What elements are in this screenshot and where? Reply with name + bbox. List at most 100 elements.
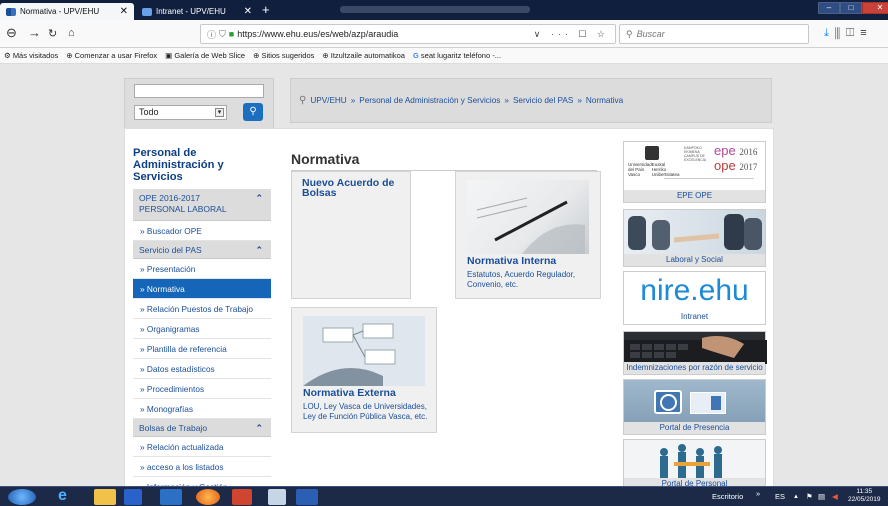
powerpoint-icon[interactable] [232,489,252,505]
chevron-up-icon[interactable]: ⌃ [255,245,263,256]
url-text[interactable]: https://www.ehu.eus/es/web/azp/araudia [237,29,398,39]
action-center-icon[interactable]: ⚑ [806,492,813,501]
maximize-icon[interactable]: □ [840,2,862,14]
minimize-icon[interactable]: – [818,2,840,14]
search-button[interactable]: ⚲ [243,103,263,121]
sidebar-item-relacion[interactable]: » Relación actualizada [133,437,271,457]
bookmark-mas-visitados[interactable]: ⚙ Más visitados [4,51,58,60]
banner-caption[interactable]: Intranet [624,311,765,324]
ie-icon[interactable]: e [58,488,80,505]
sidebar-section-ope[interactable]: OPE 2016-2017 PERSONAL LABORAL ⌃ [133,189,271,221]
start-button[interactable] [8,489,36,505]
sidebar-item-datos[interactable]: » Datos estadísticos [133,359,271,379]
sidebar-section-servicio[interactable]: Servicio del PAS ⌃ [133,241,271,259]
handshake-image [628,214,762,250]
card-nuevo-acuerdo[interactable]: Nuevo Acuerdo de Bolsas [291,171,411,299]
word-icon[interactable] [296,489,318,505]
close-tab-icon[interactable]: ✕ [120,6,128,17]
card-title[interactable]: Nuevo Acuerdo de Bolsas [302,178,400,199]
clock[interactable]: 11:35 22/05/2019 [848,488,881,504]
search-scope-select[interactable]: Todo ▾ [134,105,227,120]
tab-title: Normativa - UPV/EHU [20,7,100,16]
downloads-icon[interactable]: ⤓ [824,27,835,39]
info-icon[interactable]: ⓘ [207,28,216,41]
new-tab-icon[interactable]: + [262,2,270,17]
sidebar-item-organigramas[interactable]: » Organigramas [133,319,271,339]
language-indicator[interactable]: ES [775,492,785,501]
window-controls: – □ ✕ [818,2,888,14]
banner-caption[interactable]: Indemnizaciones por razón de servicio [624,362,765,374]
notepad-icon[interactable] [268,489,286,505]
sidebar-item-plantilla[interactable]: » Plantilla de referencia [133,339,271,359]
bookmark-firefox[interactable]: ⊕ Comenzar a usar Firefox [66,51,157,60]
tray-up-icon[interactable]: ▲ [793,494,799,500]
sidebar-item-procedimientos[interactable]: » Procedimientos [133,379,271,399]
firefox-icon[interactable] [196,489,220,505]
card-normativa-externa[interactable]: Normativa Externa LOU, Ley Vasca de Univ… [291,307,437,433]
chevron-up-icon[interactable]: ⌃ [255,423,263,434]
url-bar[interactable]: ⓘ ⛉ ■ https://www.ehu.eus/es/web/azp/ara… [200,24,616,44]
tab-title: Intranet - UPV/EHU [156,7,226,16]
back-icon[interactable]: ⊖ [6,25,17,41]
writing-hand-image [467,180,589,254]
upv-logo: Universidad del País Vasco Euskal Herriko… [628,146,680,177]
card-title[interactable]: Normativa Externa [303,388,429,399]
breadcrumb-link[interactable]: UPV/EHU [310,96,346,105]
card-normativa-interna[interactable]: Normativa Interna Estatutos, Acuerdo Reg… [455,171,601,299]
search-placeholder: Buscar [636,29,665,39]
network-icon[interactable]: ▤ [818,492,825,501]
reload-icon[interactable]: ↻ [48,27,57,40]
breadcrumb-link[interactable]: Servicio del PAS [513,96,573,105]
outlook-icon[interactable] [160,489,182,505]
tab-intranet[interactable]: Intranet - UPV/EHU ✕ [136,3,258,20]
breadcrumb-link[interactable]: Normativa [586,96,623,105]
sidebar-item-rpt[interactable]: » Relación Puestos de Trabajo [133,299,271,319]
close-window-icon[interactable]: ✕ [862,2,888,14]
clock-time: 11:35 [856,488,873,495]
tab-normativa[interactable]: Normativa - UPV/EHU ✕ [0,3,134,20]
home-icon[interactable]: ⌂ [68,27,75,39]
sidebar-item-acceso[interactable]: » acceso a los listados [133,457,271,477]
site-search-input[interactable] [134,84,264,98]
bookmark-web-slice[interactable]: ▣ Galería de Web Slice [165,51,245,60]
banner-caption[interactable]: Portal de Personal [624,478,765,486]
card-description: Estatutos, Acuerdo Regulador, Convenio, … [467,270,576,289]
shield-icon[interactable]: ⛉ [219,29,226,40]
close-tab-icon[interactable]: ✕ [244,6,252,17]
pen-illustration [476,197,585,254]
bookmark-seat[interactable]: G seat lugaritz teléfono -... [413,51,501,60]
campus-label: KAMPOKO EKIMENA CAMPUS DE EXCELENCIA [684,146,707,162]
sidebar-item-presentacion[interactable]: » Presentación [133,259,271,279]
breadcrumb-link[interactable]: Personal de Administración y Servicios [359,96,500,105]
sidebar-item-buscador-ope[interactable]: » Buscador OPE [133,221,271,241]
sidebar-section-bolsas[interactable]: Bolsas de Trabajo ⌃ [133,419,271,437]
library-icon[interactable]: ⫼ [835,27,846,39]
volume-icon[interactable]: ◀ [832,492,838,501]
laboral-social-banner[interactable]: Laboral y Social [623,209,766,267]
personal-banner[interactable]: Portal de Personal [623,439,766,486]
banner-caption[interactable]: Portal de Presencia [624,422,765,434]
sidebar-item-info-gestion[interactable]: » Información y Gestión [133,477,271,486]
search-field[interactable]: ⚲ Buscar [619,24,809,44]
url-actions[interactable]: ∨ ··· ☐ ☆ [534,29,609,40]
presencia-banner[interactable]: Portal de Presencia [623,379,766,435]
explorer-icon[interactable] [94,489,116,505]
epe-ope-banner[interactable]: Universidad del País Vasco Euskal Herriko… [623,141,766,203]
banner-caption[interactable]: EPE OPE [624,190,765,202]
chevron-up-icon[interactable]: ⌃ [255,193,263,204]
forward-icon[interactable]: → [28,25,41,40]
sidebar-item-normativa[interactable]: » Normativa [133,279,271,299]
sidebar-icon[interactable]: ◫ [846,27,860,39]
chevron-right-icon[interactable]: » [756,489,760,498]
banner-caption[interactable]: Laboral y Social [624,254,765,266]
menu-icon[interactable]: ≡ [860,27,872,39]
card-title[interactable]: Normativa Interna [467,256,593,267]
indemnizaciones-banner[interactable]: Indemnizaciones por razón de servicio [623,331,767,375]
bookmark-sitios[interactable]: ⊕ Sitios sugeridos [253,51,314,60]
bookmark-itzultzaile[interactable]: ⊕ Itzultzaile automatikoa [322,51,405,60]
desktop-toolbar-label[interactable]: Escritorio [712,492,743,501]
intranet-banner[interactable]: nire.ehu Intranet [623,271,766,325]
media-icon[interactable] [124,489,142,505]
section-header-label: OPE 2016-2017 PERSONAL LABORAL [139,193,227,214]
sidebar-item-monografias[interactable]: » Monografías [133,399,271,419]
